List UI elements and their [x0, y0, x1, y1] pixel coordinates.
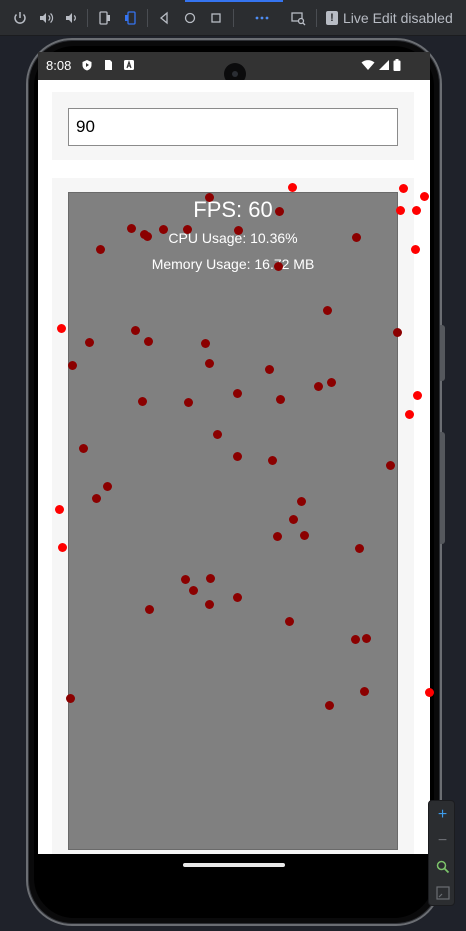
volume-down-icon[interactable] — [61, 8, 81, 28]
warning-icon: ! — [326, 11, 338, 25]
zoom-panel: + − — [428, 800, 455, 906]
toolbar-divider — [316, 9, 317, 27]
performance-stats: FPS: 60 CPU Usage: 10.36% Memory Usage: … — [69, 193, 397, 272]
toolbar-divider — [87, 9, 88, 27]
home-gesture-bar[interactable] — [183, 863, 285, 867]
overview-icon[interactable] — [206, 8, 226, 28]
fps-input-card — [52, 92, 414, 160]
device-screen[interactable]: 8:08 FPS: 60 CPU Usage: 10.36% Memory Us… — [38, 52, 430, 882]
live-edit-status[interactable]: ! Live Edit disabled — [326, 9, 453, 27]
status-clock: 8:08 — [46, 58, 72, 73]
zoom-actual-size-icon[interactable] — [429, 855, 456, 879]
cpu-usage-label: CPU Usage: 10.36% — [168, 230, 298, 246]
zoom-out-button[interactable]: − — [429, 829, 456, 853]
phone-side-button[interactable] — [440, 325, 445, 381]
fps-label: FPS: 60 — [193, 197, 273, 222]
toolbar-divider — [147, 9, 148, 27]
text-a-icon — [124, 60, 134, 70]
toolbar-divider — [233, 9, 234, 27]
home-icon[interactable] — [180, 8, 200, 28]
zoom-in-button[interactable]: + — [429, 803, 456, 827]
battery-icon — [393, 59, 401, 71]
live-edit-label: Live Edit disabled — [343, 10, 453, 26]
zoom-fit-icon[interactable] — [429, 881, 456, 905]
sd-card-icon — [105, 60, 112, 70]
navigation-bar — [38, 854, 430, 882]
back-icon[interactable] — [154, 8, 174, 28]
volume-up-icon[interactable] — [36, 8, 56, 28]
rotate-left-icon[interactable] — [95, 8, 115, 28]
more-icon[interactable] — [252, 8, 272, 28]
cellular-signal-icon — [379, 60, 389, 70]
screenshot-icon[interactable] — [288, 8, 308, 28]
fps-input[interactable] — [68, 108, 398, 146]
app-content: FPS: 60 CPU Usage: 10.36% Memory Usage: … — [38, 80, 430, 882]
power-icon[interactable] — [10, 8, 30, 28]
wifi-icon — [361, 60, 375, 70]
phone-volume-rocker[interactable] — [440, 432, 445, 544]
rotate-right-icon[interactable] — [120, 8, 140, 28]
memory-usage-label: Memory Usage: 16.72 MB — [151, 256, 315, 272]
active-tab-indicator — [185, 0, 283, 2]
play-protect-icon — [82, 60, 92, 71]
canvas-card: FPS: 60 CPU Usage: 10.36% Memory Usage: … — [52, 178, 414, 866]
animation-canvas[interactable]: FPS: 60 CPU Usage: 10.36% Memory Usage: … — [68, 192, 398, 850]
emulator-toolbar: ! Live Edit disabled — [0, 0, 466, 36]
